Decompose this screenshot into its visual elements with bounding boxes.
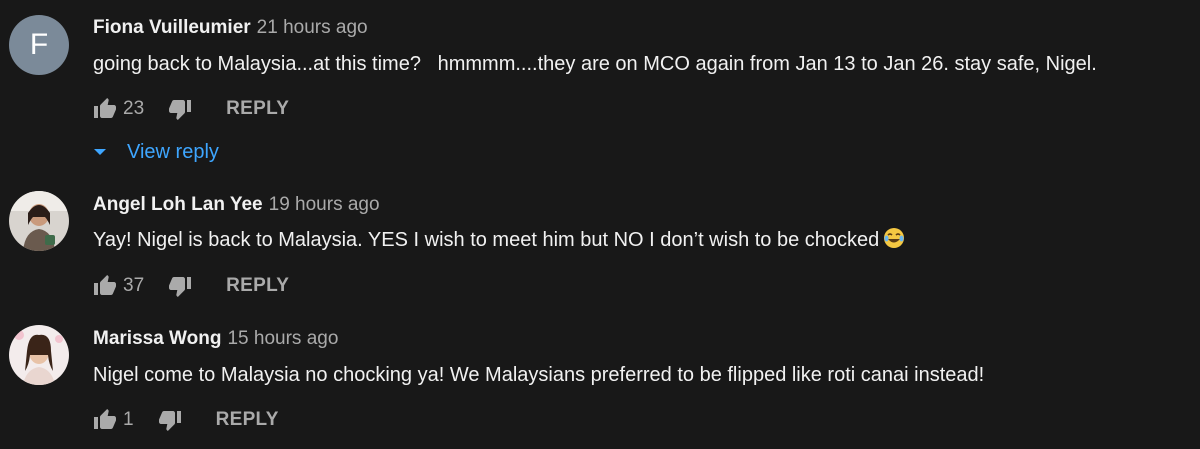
author-name[interactable]: Fiona Vuilleumier [93, 17, 251, 38]
avatar[interactable] [9, 325, 69, 385]
reply-button[interactable]: REPLY [226, 98, 289, 120]
thumb-down-icon [158, 411, 181, 431]
author-name[interactable]: Marissa Wong [93, 328, 221, 349]
like-count: 1 [123, 409, 134, 430]
reply-button[interactable]: REPLY [216, 409, 279, 431]
comment-actions: 1 REPLY [93, 405, 279, 435]
chevron-down-icon [94, 149, 106, 155]
dislike-button[interactable] [158, 408, 182, 432]
like-button[interactable] [93, 97, 117, 121]
like-count: 23 [123, 98, 145, 119]
thumb-down-icon [169, 100, 192, 120]
reply-button[interactable]: REPLY [226, 275, 289, 297]
avatar-photo [9, 325, 69, 385]
comment-actions: 23 REPLY [93, 94, 289, 124]
thumb-up-icon [94, 98, 116, 118]
thumb-down-icon [169, 277, 192, 297]
avatar-photo [9, 191, 69, 251]
author-name[interactable]: Angel Loh Lan Yee [93, 194, 263, 215]
view-reply-label: View reply [127, 140, 219, 163]
comment-time[interactable]: 19 hours ago [269, 194, 380, 215]
comment-header: Fiona Vuilleumier 21 hours ago [93, 16, 368, 40]
comment-header: Marissa Wong 15 hours ago [93, 327, 338, 351]
thumb-up-icon [94, 275, 116, 295]
avatar-letter: F [29, 28, 49, 61]
comment-actions: 37 REPLY [93, 271, 289, 301]
comment-header: Angel Loh Lan Yee 19 hours ago [93, 193, 380, 217]
comment-time[interactable]: 15 hours ago [227, 328, 338, 349]
comment-text: Yay! Nigel is back to Malaysia. YES I wi… [93, 227, 905, 256]
view-reply-toggle[interactable]: View reply [93, 138, 219, 166]
avatar[interactable]: F [9, 15, 69, 75]
tears-of-joy-emoji [883, 227, 905, 256]
comment-text: going back to Malaysia...at this time? h… [93, 53, 1097, 75]
like-count: 37 [123, 275, 145, 296]
dislike-button[interactable] [168, 274, 192, 298]
thumb-up-icon [94, 409, 116, 429]
comment-text-body: Yay! Nigel is back to Malaysia. YES I wi… [93, 229, 880, 251]
like-button[interactable] [93, 408, 117, 432]
dislike-button[interactable] [168, 97, 192, 121]
comment-time[interactable]: 21 hours ago [257, 17, 368, 38]
avatar[interactable] [9, 191, 69, 251]
comment-text: Nigel come to Malaysia no chocking ya! W… [93, 364, 985, 386]
like-button[interactable] [93, 274, 117, 298]
